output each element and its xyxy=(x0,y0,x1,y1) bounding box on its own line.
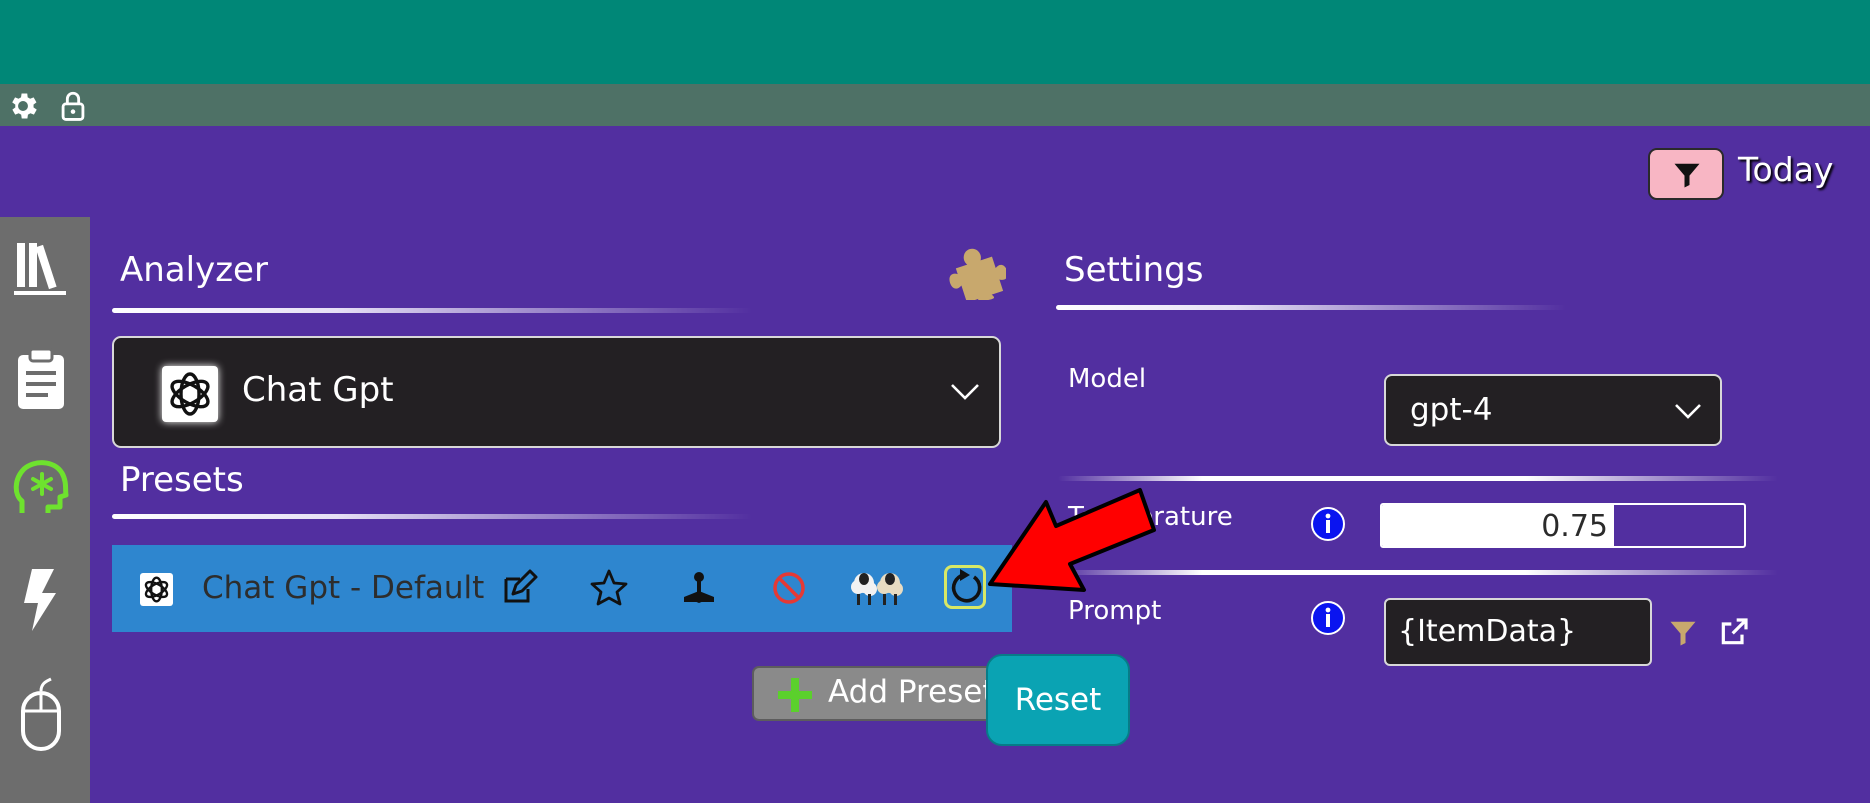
joystick-icon[interactable] xyxy=(678,567,720,609)
analyzer-dropdown[interactable]: Chat Gpt xyxy=(112,336,1001,448)
analyzer-title: Analyzer xyxy=(120,250,268,290)
lightning-icon xyxy=(24,569,56,631)
filter-label: Today xyxy=(1738,150,1834,189)
sidebar-item-clipboard[interactable] xyxy=(10,347,72,413)
puzzle-piece-icon[interactable] xyxy=(948,244,1006,300)
chevron-down-icon xyxy=(951,384,979,400)
model-value: gpt-4 xyxy=(1410,392,1493,428)
analyzer-selected-label: Chat Gpt xyxy=(242,370,394,410)
mouse-icon xyxy=(21,677,61,751)
external-link-icon[interactable] xyxy=(1718,616,1750,648)
info-icon[interactable] xyxy=(1310,600,1346,636)
plus-icon xyxy=(778,678,812,712)
sidebar-item-mouse[interactable] xyxy=(10,677,72,751)
sidebar-item-analyzer[interactable] xyxy=(10,457,72,523)
settings-divider xyxy=(1058,570,1778,575)
gear-icon[interactable] xyxy=(6,89,40,123)
settings-divider xyxy=(1058,476,1778,481)
funnel-icon xyxy=(1674,163,1700,188)
lock-icon[interactable] xyxy=(56,89,90,123)
add-preset-button[interactable]: Add Preset xyxy=(752,666,1004,721)
add-preset-label: Add Preset xyxy=(828,674,995,710)
sidebar-item-library[interactable] xyxy=(10,237,72,303)
presets-title: Presets xyxy=(120,460,244,500)
model-dropdown[interactable]: gpt-4 xyxy=(1384,374,1722,446)
sidebar xyxy=(0,217,90,803)
library-icon xyxy=(14,243,66,295)
top-toolbar xyxy=(0,84,1870,126)
chevron-down-icon xyxy=(1675,404,1701,419)
presets-underline xyxy=(112,514,752,519)
prompt-input[interactable]: {ItemData} xyxy=(1384,598,1652,666)
settings-underline xyxy=(1056,305,1566,310)
filter-button[interactable] xyxy=(1648,148,1724,200)
reset-button[interactable]: Reset xyxy=(986,654,1130,746)
openai-logo-icon xyxy=(140,573,173,606)
sidebar-item-actions[interactable] xyxy=(10,567,72,633)
analyzer-underline xyxy=(112,308,752,313)
temperature-value: 0.75 xyxy=(1541,509,1608,544)
preset-row[interactable]: Chat Gpt - Default2 xyxy=(112,545,1012,632)
edit-icon[interactable] xyxy=(498,567,540,609)
model-label: Model xyxy=(1068,364,1147,394)
brain-icon xyxy=(13,460,69,513)
sheep-icon[interactable] xyxy=(848,567,908,609)
block-icon[interactable] xyxy=(768,567,810,609)
temperature-slider[interactable]: 0.75 xyxy=(1380,503,1746,548)
app-header-band xyxy=(0,0,1870,84)
clipboard-icon xyxy=(18,347,64,409)
info-icon[interactable] xyxy=(1310,506,1346,542)
annotation-arrow xyxy=(988,488,1156,592)
settings-title: Settings xyxy=(1064,250,1204,290)
star-icon[interactable] xyxy=(588,567,630,609)
preset-name[interactable]: Chat Gpt - Default2 xyxy=(202,570,484,606)
funnel-icon[interactable] xyxy=(1668,618,1698,648)
openai-logo-icon xyxy=(162,366,218,422)
